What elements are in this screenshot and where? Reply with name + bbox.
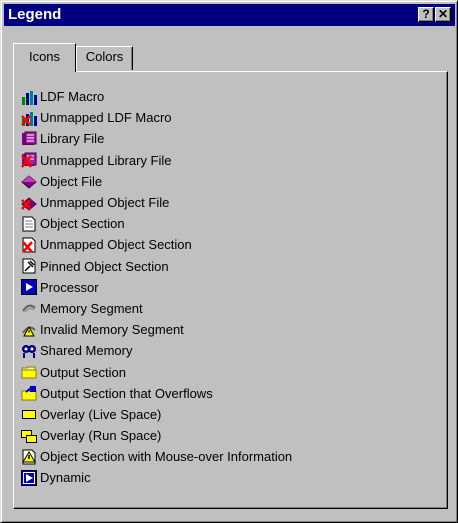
list-item-label: Invalid Memory Segment [40, 322, 184, 338]
processor-icon [21, 279, 37, 296]
list-item: Overlay (Run Space) [21, 425, 292, 446]
list-item: Invalid Memory Segment [21, 319, 292, 340]
list-item-label: Object Section [40, 216, 125, 232]
list-item: Unmapped Library File [21, 150, 292, 171]
output-section-icon [21, 364, 37, 380]
shared-memory-icon [21, 343, 37, 359]
list-item-label: Library File [40, 131, 105, 147]
memory-segment-icon [21, 300, 37, 316]
unmapped-ldf-macro-icon [21, 110, 37, 126]
list-item: Unmapped LDF Macro [21, 107, 292, 128]
list-item-label: Unmapped Object Section [40, 237, 192, 253]
list-item: Shared Memory [21, 340, 292, 361]
help-button[interactable]: ? [418, 7, 434, 22]
unmapped-object-section-icon [21, 237, 37, 253]
list-item: LDF Macro [21, 86, 292, 107]
object-section-mouseover-icon [21, 449, 37, 465]
list-item-label: Overlay (Run Space) [40, 428, 162, 444]
output-section-overflow-icon [21, 385, 37, 401]
legend-dialog: Legend ? ✕ Icons Colors LDF Macro Unmapp… [0, 0, 458, 523]
list-item: Processor [21, 277, 292, 298]
list-item: Memory Segment [21, 298, 292, 319]
unmapped-library-file-icon [21, 152, 37, 168]
list-item-label: Dynamic [40, 470, 91, 486]
list-item-label: LDF Macro [40, 89, 105, 105]
tab-icons[interactable]: Icons [13, 43, 76, 72]
list-item-label: Object Section with Mouse-over Informati… [40, 449, 293, 465]
invalid-memory-segment-icon [21, 322, 37, 338]
tab-colors[interactable]: Colors [76, 46, 133, 70]
unmapped-object-file-icon [21, 195, 37, 211]
list-item-label: Processor [40, 279, 99, 295]
overlay-live-space-icon [21, 406, 37, 422]
list-item: Output Section [21, 361, 292, 382]
list-item: Unmapped Object File [21, 192, 292, 213]
list-item: Unmapped Object Section [21, 234, 292, 255]
list-item-label: Shared Memory [40, 343, 133, 359]
list-item-label: Memory Segment [40, 300, 143, 316]
list-item-label: Object File [40, 173, 103, 189]
library-file-icon [21, 131, 37, 147]
overlay-run-space-icon [21, 428, 37, 444]
list-item-label: Pinned Object Section [40, 258, 169, 274]
object-file-icon [21, 173, 37, 190]
dynamic-icon [21, 469, 37, 486]
list-item-label: Unmapped LDF Macro [40, 110, 172, 126]
list-item-label: Overlay (Live Space) [40, 406, 162, 422]
object-section-icon [21, 216, 37, 232]
list-item: Output Section that Overflows [21, 383, 292, 404]
list-item: Object Section with Mouse-over Informati… [21, 446, 292, 467]
pinned-object-section-icon [21, 258, 37, 274]
list-item-label: Output Section [40, 364, 126, 380]
ldf-macro-icon [21, 89, 37, 105]
list-item: Overlay (Live Space) [21, 404, 292, 425]
window-title: Legend [8, 6, 62, 23]
list-item: Pinned Object Section [21, 256, 292, 277]
list-item-label: Unmapped Library File [40, 152, 172, 168]
list-item: Object File [21, 171, 292, 192]
close-button[interactable]: ✕ [435, 7, 451, 22]
list-item-label: Output Section that Overflows [40, 385, 213, 401]
list-item: Dynamic [21, 467, 292, 488]
list-item-label: Unmapped Object File [40, 195, 170, 211]
list-item: Object Section [21, 213, 292, 234]
legend-list: LDF Macro Unmapped LDF Macro Library Fil… [21, 86, 292, 489]
list-item: Library File [21, 128, 292, 149]
title-bar[interactable]: Legend ? ✕ [4, 4, 455, 26]
